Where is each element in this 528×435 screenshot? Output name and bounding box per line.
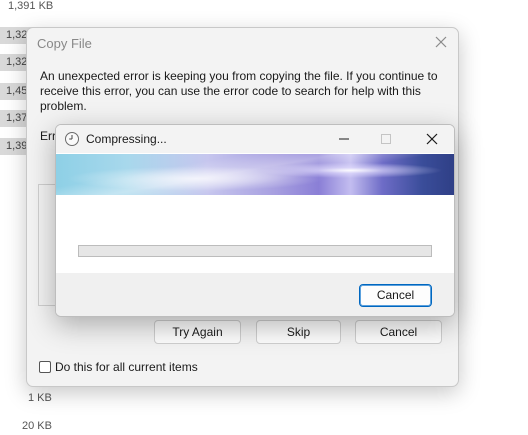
compressing-dialog: Compressing... Cancel [55,124,455,317]
try-again-button[interactable]: Try Again [154,320,241,344]
apply-to-all-label: Do this for all current items [55,360,198,374]
dialog-title: Compressing... [86,132,167,146]
dialog-title: Copy File [37,36,92,51]
file-size-label: 1,391 KB [8,0,54,12]
error-message: An unexpected error is keeping you from … [40,69,438,113]
close-icon[interactable] [422,129,442,149]
skip-button[interactable]: Skip [256,320,341,344]
maximize-icon [376,129,396,149]
cancel-button[interactable]: Cancel [355,320,442,344]
file-size-label: 20 KB [22,420,52,432]
clock-icon [64,131,80,147]
minimize-icon[interactable] [334,129,354,149]
title-bar: Compressing... [56,125,454,153]
error-code-label: Err [40,129,56,143]
cancel-button[interactable]: Cancel [359,284,432,307]
apply-to-all-checkbox[interactable] [39,361,51,373]
file-size-label: 1 KB [28,392,52,404]
banner-highlight [56,154,454,195]
close-icon[interactable] [432,33,450,51]
progress-bar [78,245,432,257]
